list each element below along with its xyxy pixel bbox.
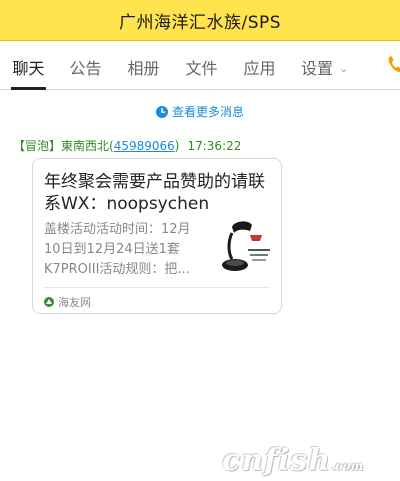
shared-link-card[interactable]: 年终聚会需要产品赞助的请联系WX：noopsychen 盖楼活动活动时间：12月… bbox=[32, 158, 282, 314]
tab-album-label: 相册 bbox=[127, 59, 160, 78]
tab-settings[interactable]: 设置 ⌄ bbox=[301, 41, 355, 89]
tab-chat-label: 聊天 bbox=[12, 59, 45, 78]
qq-close-paren: ) bbox=[174, 139, 180, 153]
tab-files[interactable]: 文件 bbox=[185, 41, 218, 89]
tab-apps-label: 应用 bbox=[243, 59, 276, 78]
site-watermark: cnfish.com bbox=[222, 443, 363, 478]
view-more-messages-label: 查看更多消息 bbox=[171, 105, 244, 119]
watermark-suffix: .com bbox=[331, 459, 364, 473]
bubble-tag: 【冒泡】 bbox=[13, 139, 62, 153]
card-divider bbox=[44, 287, 270, 288]
tab-bar: 聊天 公告 相册 文件 应用 设置 ⌄ bbox=[0, 41, 400, 90]
message-timestamp: 17:36:22 bbox=[187, 139, 242, 153]
group-title: 广州海洋汇水族/SPS bbox=[118, 12, 282, 33]
sender-qq-link[interactable]: 45989066 bbox=[114, 139, 175, 153]
card-headline: 年终聚会需要产品赞助的请联系WX：noopsychen bbox=[44, 172, 265, 214]
tab-announcements[interactable]: 公告 bbox=[69, 41, 102, 89]
tab-chat[interactable]: 聊天 bbox=[11, 41, 46, 90]
watermark-text: cnfish bbox=[222, 443, 332, 478]
phone-icon[interactable] bbox=[388, 55, 400, 73]
tab-files-label: 文件 bbox=[185, 59, 218, 78]
tab-settings-label: 设置 bbox=[301, 59, 334, 78]
tab-album[interactable]: 相册 bbox=[127, 41, 160, 89]
view-more-messages-link[interactable]: 查看更多消息 bbox=[0, 103, 400, 120]
chevron-down-icon: ⌄ bbox=[339, 62, 349, 75]
clock-icon bbox=[155, 106, 168, 118]
card-source-label: 海友网 bbox=[58, 296, 91, 309]
source-logo-icon bbox=[44, 297, 54, 307]
sender-name[interactable]: 東南西北 bbox=[61, 139, 109, 153]
card-summary: 盖楼活动活动时间：12月 10日到12月24日送1套 K7PROIII活动规则：… bbox=[44, 222, 191, 277]
message-header: 【冒泡】東南西北(45989066) 17:36:22 bbox=[13, 137, 241, 154]
title-bar: 广州海洋汇水族/SPS bbox=[0, 0, 400, 41]
tab-apps[interactable]: 应用 bbox=[243, 41, 276, 89]
product-thumbnail-icon bbox=[220, 219, 272, 277]
card-source: 海友网 bbox=[44, 294, 91, 310]
tab-announcements-label: 公告 bbox=[69, 59, 102, 78]
